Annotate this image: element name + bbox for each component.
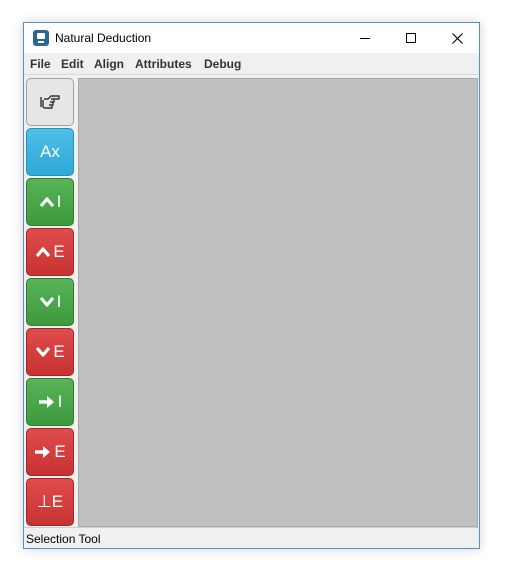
and-elim-label: E [53,242,65,261]
window-title: Natural Deduction [55,31,152,45]
close-button[interactable] [434,23,480,53]
implies-intro-tool-button[interactable]: I [26,378,74,426]
or-intro-tool-button[interactable]: I [26,278,74,326]
status-bar: Selection Tool [24,527,479,548]
implies-intro-label: I [57,392,63,411]
or-elim-tool-button[interactable]: E [26,328,74,376]
axiom-label: Ax [40,142,60,161]
and-intro-label: I [56,192,62,211]
status-text: Selection Tool [26,532,101,546]
menu-align[interactable]: Align [94,57,124,71]
minimize-button[interactable] [342,23,388,53]
title-bar[interactable]: Natural Deduction [24,23,479,53]
maximize-icon [406,33,416,43]
and-intro-tool-button[interactable]: I [26,178,74,226]
app-icon [33,30,49,46]
menu-debug[interactable]: Debug [204,57,241,71]
bottom-elim-label: ⊥E [36,492,64,511]
bottom-elim-tool-button[interactable]: ⊥E [26,478,74,526]
implies-elim-tool-button[interactable]: E [26,428,74,476]
and-icon [36,247,51,258]
or-intro-label: I [56,292,62,311]
implies-elim-label: E [54,442,66,461]
and-icon [39,197,54,208]
selection-tool-button[interactable] [26,78,74,126]
menu-edit[interactable]: Edit [61,57,84,71]
maximize-button[interactable] [388,23,434,53]
menu-bar: File Edit Align Attributes Debug [24,53,479,75]
close-icon [451,32,463,44]
minimize-icon [360,37,370,39]
or-icon [36,346,51,357]
arrow-right-icon [35,446,51,458]
axiom-tool-button[interactable]: Ax [26,128,74,176]
menu-file[interactable]: File [30,57,51,71]
or-icon [39,296,54,307]
main-area: Ax I E I E I E ⊥E [24,76,479,527]
arrow-right-icon [38,396,54,408]
tool-palette: Ax I E I E I E ⊥E [24,76,78,527]
pointing-hand-icon [40,95,60,109]
menu-attributes[interactable]: Attributes [135,57,192,71]
and-elim-tool-button[interactable]: E [26,228,74,276]
or-elim-label: E [53,342,65,361]
proof-canvas[interactable] [78,78,478,527]
app-window: Natural Deduction File Edit Align Attrib… [23,22,480,549]
